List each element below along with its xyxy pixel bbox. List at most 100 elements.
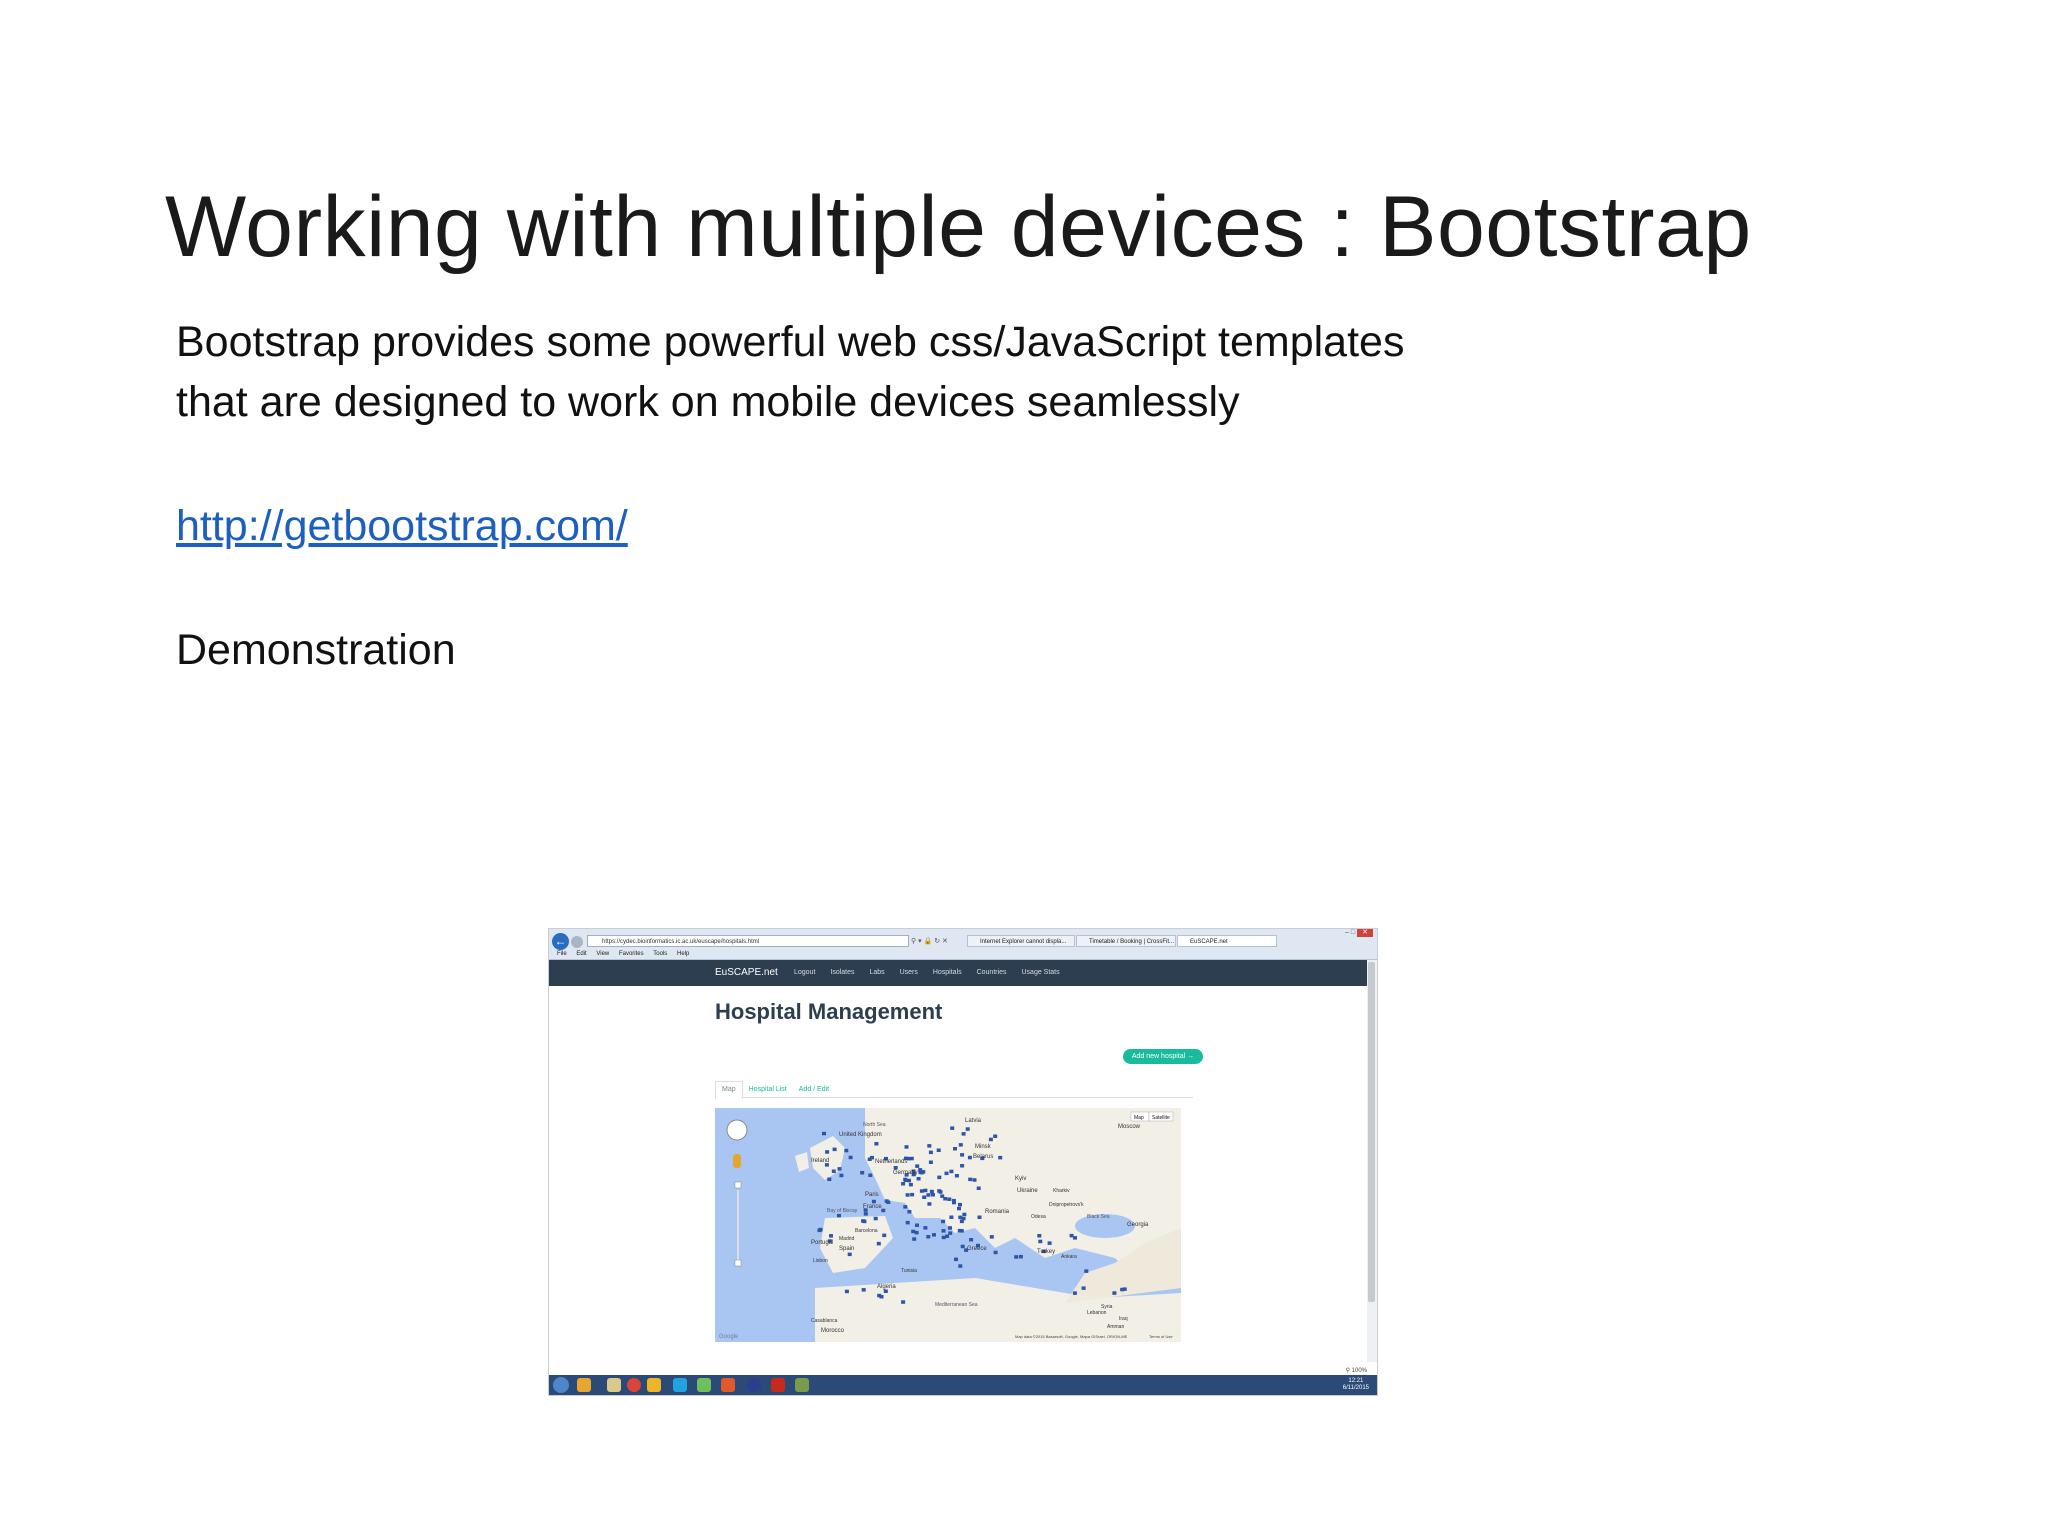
hospital-marker-icon[interactable] [958,1143,963,1147]
hospital-marker-icon[interactable] [839,1173,844,1178]
hospital-marker-icon[interactable] [960,1164,965,1168]
zoom-slider[interactable] [737,1190,739,1260]
hospital-marker-icon[interactable] [969,1238,974,1242]
hospital-marker-icon[interactable] [968,1177,973,1182]
hospital-marker-icon[interactable] [916,1177,921,1181]
hospital-marker-icon[interactable] [1069,1233,1074,1238]
hospital-marker-icon[interactable] [914,1230,919,1235]
hospital-marker-icon[interactable] [950,1126,955,1130]
hospital-marker-icon[interactable] [919,1189,924,1193]
hospital-marker-icon[interactable] [988,1137,993,1142]
hospital-marker-icon[interactable] [959,1229,964,1233]
hospital-marker-icon[interactable] [910,1192,915,1197]
hospital-marker-icon[interactable] [837,1213,841,1218]
hospital-marker-icon[interactable] [961,1216,966,1221]
address-bar[interactable]: https://cydec.bioinformatics.ic.ac.uk/eu… [587,935,909,947]
hospital-marker-icon[interactable] [936,1148,941,1153]
hospital-marker-icon[interactable] [1018,1254,1023,1259]
menu-tools[interactable]: Tools [653,951,667,957]
hospital-marker-icon[interactable] [861,1288,866,1292]
acrobat-icon[interactable] [771,1378,785,1392]
hospital-marker-icon[interactable] [945,1234,950,1239]
hospital-marker-icon[interactable] [926,1193,931,1197]
hospital-marker-icon[interactable] [822,1131,826,1136]
hospital-marker-icon[interactable] [947,1197,952,1202]
hospital-marker-icon[interactable] [1038,1239,1043,1244]
hospital-marker-icon[interactable] [941,1229,946,1233]
map-terms-link[interactable]: Terms of Use [1149,1334,1173,1339]
hospital-marker-icon[interactable] [907,1178,911,1183]
hospital-marker-icon[interactable] [829,1234,833,1238]
hospital-marker-icon[interactable] [912,1237,917,1241]
hospital-marker-icon[interactable] [1047,1241,1052,1245]
page-scrollbar[interactable] [1367,960,1377,1362]
tab-hospital-list[interactable]: Hospital List [743,1082,793,1098]
window-controls[interactable]: – □ ✕ [1345,929,1373,937]
back-icon[interactable]: ← [552,933,569,950]
tab-map[interactable]: Map [715,1081,743,1099]
hospital-map[interactable]: Latvia Moscow United Kingdom Ireland Net… [715,1108,1181,1342]
hospital-marker-icon[interactable] [915,1164,920,1168]
hospital-marker-icon[interactable] [903,1205,908,1209]
menu-edit[interactable]: Edit [576,951,586,957]
start-button-icon[interactable] [553,1377,569,1393]
hospital-marker-icon[interactable] [932,1233,936,1237]
hospital-marker-icon[interactable] [901,1300,906,1304]
hospital-marker-icon[interactable] [957,1206,961,1211]
brand-link[interactable]: EuSCAPE.net [715,967,778,978]
hospital-marker-icon[interactable] [884,1199,889,1203]
hospital-marker-icon[interactable] [952,1200,956,1205]
hospital-marker-icon[interactable] [937,1189,942,1193]
hospital-marker-icon[interactable] [904,1145,909,1149]
hospital-marker-icon[interactable] [948,1231,953,1235]
hospital-marker-icon[interactable] [965,1127,970,1131]
hospital-marker-icon[interactable] [1081,1286,1086,1290]
hospital-marker-icon[interactable] [903,1177,908,1182]
outlook-icon[interactable] [647,1378,661,1392]
forward-icon[interactable] [571,936,583,948]
hospital-marker-icon[interactable] [949,1169,954,1174]
hospital-marker-icon[interactable] [972,1178,977,1182]
hospital-marker-icon[interactable] [905,1220,910,1225]
hospital-marker-icon[interactable] [837,1167,842,1171]
hospital-marker-icon[interactable] [962,1212,967,1217]
hospital-marker-icon[interactable] [847,1252,852,1257]
nav-isolates[interactable]: Isolates [830,969,854,976]
hospital-marker-icon[interactable] [883,1289,888,1294]
tab-add-edit[interactable]: Add / Edit [793,1082,835,1098]
hospital-marker-icon[interactable] [1037,1234,1042,1238]
street-view-pegman-icon[interactable] [733,1154,741,1168]
nav-hospitals[interactable]: Hospitals [933,969,962,976]
hospital-marker-icon[interactable] [923,1188,928,1193]
hospital-marker-icon[interactable] [893,1166,898,1170]
hospital-marker-icon[interactable] [870,1155,874,1160]
hospital-marker-icon[interactable] [1072,1291,1077,1295]
hospital-marker-icon[interactable] [998,1155,1003,1160]
hospital-marker-icon[interactable] [918,1168,923,1172]
hospital-marker-icon[interactable] [960,1153,965,1157]
hospital-marker-icon[interactable] [941,1219,946,1224]
hospital-marker-icon[interactable] [844,1148,849,1153]
nav-logout[interactable]: Logout [794,969,815,976]
hospital-marker-icon[interactable] [929,1189,934,1194]
hospital-marker-icon[interactable] [844,1289,849,1294]
pan-control-icon[interactable] [726,1119,748,1141]
hospital-marker-icon[interactable] [927,1202,932,1206]
hospital-marker-icon[interactable] [1122,1287,1127,1291]
skype-icon[interactable] [673,1378,687,1392]
hospital-marker-icon[interactable] [817,1228,822,1233]
hospital-marker-icon[interactable] [907,1210,912,1214]
bootstrap-link[interactable]: http://getbootstrap.com/ [176,502,628,551]
browser-tab-1[interactable]: Internet Explorer cannot displa... [967,935,1075,947]
hospital-marker-icon[interactable] [1112,1291,1117,1295]
hospital-marker-icon[interactable] [940,1194,945,1198]
menu-help[interactable]: Help [677,951,689,957]
hospital-marker-icon[interactable] [930,1193,935,1197]
hospital-marker-icon[interactable] [954,1257,958,1262]
hospital-marker-icon[interactable] [860,1171,865,1175]
hospital-marker-icon[interactable] [905,1193,910,1197]
hospital-marker-icon[interactable] [1014,1255,1019,1259]
hospital-marker-icon[interactable] [967,1155,972,1160]
hospital-marker-icon[interactable] [848,1155,853,1160]
hospital-marker-icon[interactable] [928,1150,933,1155]
